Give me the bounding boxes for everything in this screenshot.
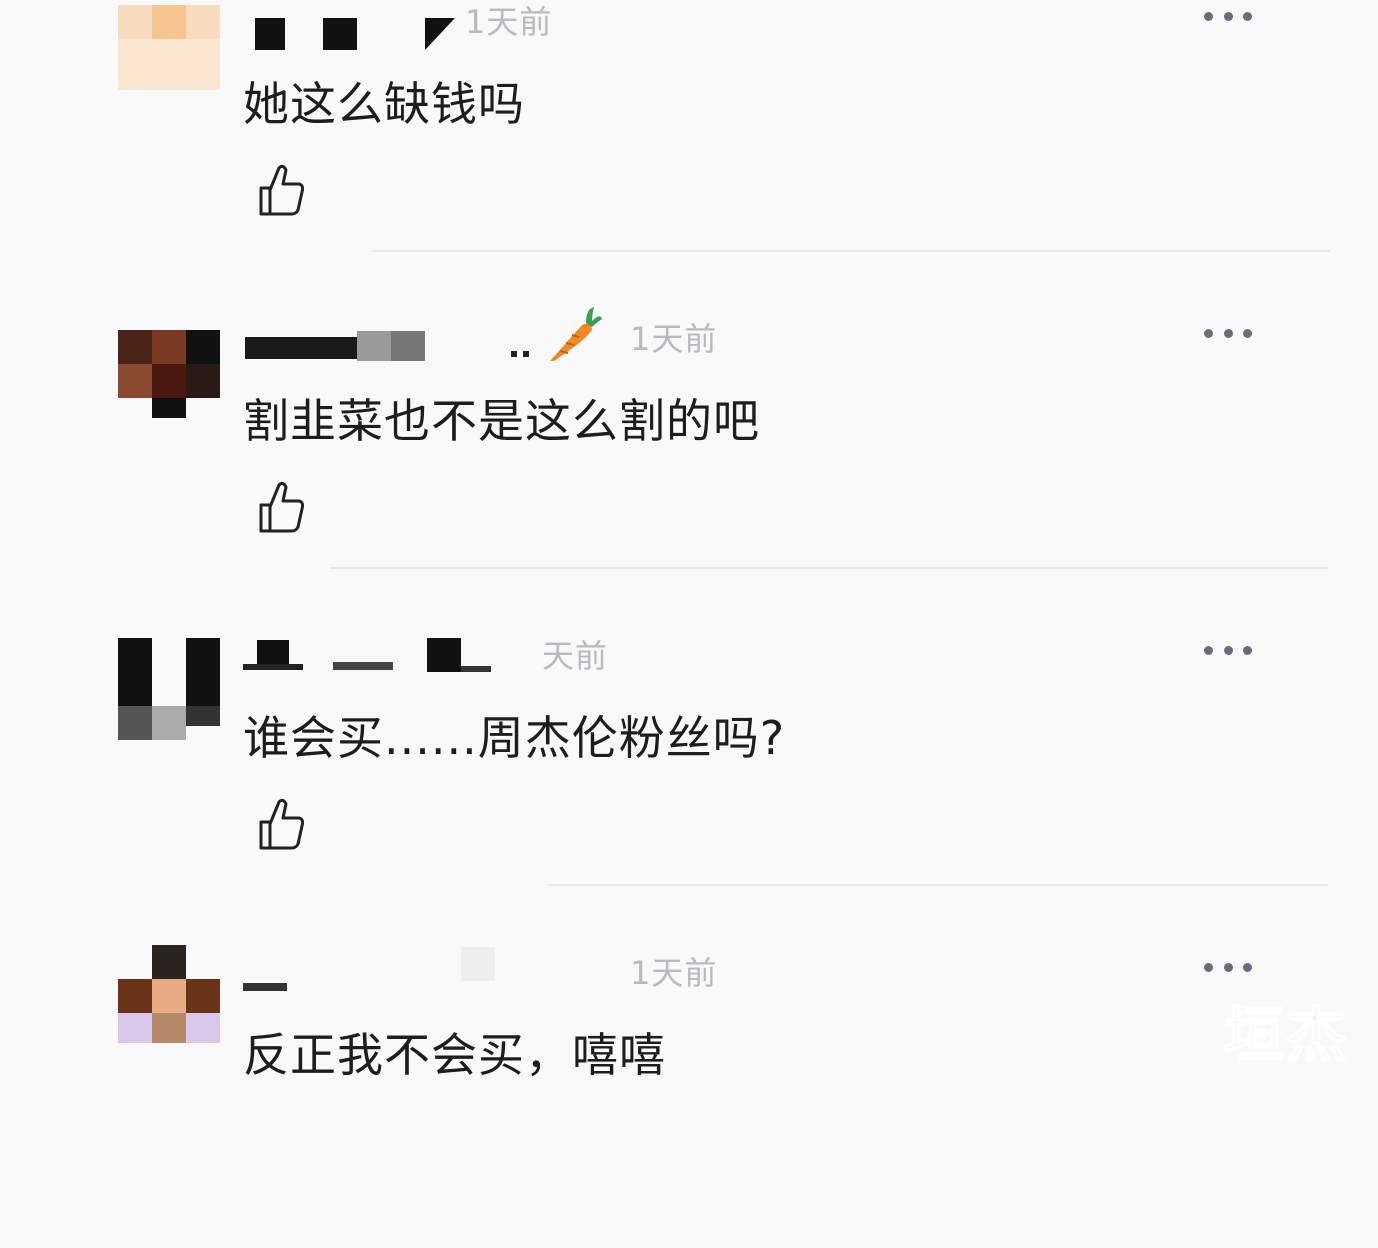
comment-item: 1天前 反正我不会买，嘻嘻 (0, 931, 1378, 1248)
avatar[interactable] (118, 5, 220, 90)
username-censored[interactable] (243, 947, 503, 991)
username-censored[interactable] (243, 638, 523, 678)
thumbs-up-icon[interactable] (255, 162, 307, 218)
comment-time: 1天前 (630, 320, 718, 358)
comment-item: 1天前 割韭菜也不是这么割的吧 (0, 297, 1378, 614)
more-options-button[interactable] (1204, 327, 1252, 339)
carrot-icon (550, 307, 602, 361)
more-options-button[interactable] (1204, 644, 1252, 656)
more-options-button[interactable] (1204, 10, 1252, 22)
comment-time: 天前 (542, 637, 609, 675)
thumbs-up-icon[interactable] (255, 479, 307, 535)
watermark: 垣杰 (1223, 1000, 1348, 1072)
comment-item: 1天前 她这么缺钱吗 (0, 0, 1378, 297)
divider (330, 567, 1328, 569)
comment-text: 谁会买......周杰伦粉丝吗? (243, 711, 786, 765)
avatar[interactable] (118, 638, 220, 740)
avatar[interactable] (118, 330, 220, 418)
comment-text: 割韭菜也不是这么割的吧 (243, 394, 760, 448)
thumbs-up-icon[interactable] (255, 796, 307, 852)
avatar[interactable] (118, 945, 220, 1043)
comment-time: 1天前 (630, 954, 718, 992)
divider (548, 884, 1328, 886)
comment-text: 她这么缺钱吗 (243, 77, 525, 131)
username-censored[interactable] (243, 18, 483, 58)
comment-item: 天前 谁会买......周杰伦粉丝吗? (0, 614, 1378, 931)
more-options-button[interactable] (1204, 961, 1252, 973)
divider (372, 250, 1330, 252)
comment-time: 1天前 (465, 3, 553, 41)
comment-text: 反正我不会买，嘻嘻 (243, 1028, 666, 1082)
